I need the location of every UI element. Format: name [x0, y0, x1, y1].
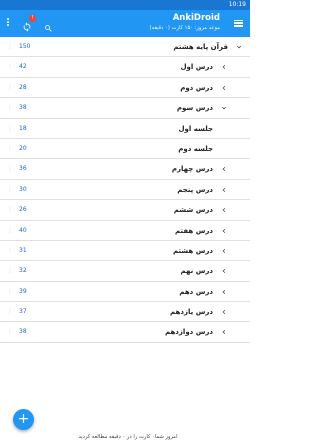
deck-name: قرآن پایه هشتم [173, 43, 228, 51]
deck-name: درس دوم [180, 83, 213, 92]
deck-row[interactable]: ⋮ 36 درس چهارم [0, 159, 250, 180]
deck-row[interactable]: ⋮ 38 درس سوم [0, 98, 250, 119]
deck-due-count: 38 [19, 328, 27, 336]
deck-row[interactable]: ⋮ 38 درس دوازدهم [0, 322, 250, 343]
deck-options-icon[interactable]: ⋮ [7, 221, 13, 241]
app-title: AnkiDroid [172, 13, 220, 23]
deck-name: درس یازدهم [170, 308, 213, 317]
deck-options-icon[interactable]: ⋮ [7, 139, 13, 159]
deck-options-icon[interactable]: ⋮ [7, 119, 13, 139]
deck-row[interactable]: ⋮ 18 جلسه اول [0, 119, 250, 139]
deck-due-count: 20 [19, 144, 27, 152]
overflow-menu-icon[interactable] [5, 17, 11, 30]
deck-options-icon[interactable]: ⋮ [7, 159, 13, 179]
deck-row[interactable]: ⋮ 37 درس یازدهم [0, 302, 250, 323]
deck-due-count: 18 [19, 124, 27, 132]
deck-name: درس سوم [176, 104, 213, 113]
status-time: 10:19 [228, 1, 246, 8]
deck-name: درس دهم [179, 287, 213, 296]
chevron-left-icon[interactable] [220, 308, 228, 316]
deck-options-icon[interactable]: ⋮ [7, 37, 13, 57]
deck-due-count: 37 [19, 308, 27, 316]
deck-row[interactable]: ⋮ 32 درس نهم [0, 261, 250, 282]
deck-options-icon[interactable]: ⋮ [7, 57, 13, 77]
study-summary-text: امروز شما۰ کارت را در ۰ دقیقه مطالعه کرد… [78, 434, 178, 440]
deck-due-count: 26 [19, 206, 27, 214]
deck-due-count: 30 [19, 185, 27, 193]
deck-due-count: 32 [19, 267, 27, 275]
chevron-left-icon[interactable] [220, 63, 228, 71]
deck-options-icon[interactable]: ⋮ [7, 261, 13, 281]
chevron-left-icon[interactable] [220, 227, 228, 235]
app-toolbar: ! AnkiDroid موعد مروز: ۱۵۰ کارت (۰ دقیقه… [0, 10, 250, 37]
deck-row[interactable]: ⋮ 28 درس دوم [0, 78, 250, 99]
due-summary: موعد مروز: ۱۵۰ کارت (۰ دقیقه) [149, 25, 220, 31]
deck-due-count: 28 [19, 83, 27, 91]
deck-name: درس اول [180, 63, 213, 72]
deck-due-count: 42 [19, 63, 27, 71]
chevron-left-icon[interactable] [220, 267, 228, 275]
chevron-left-icon[interactable] [220, 165, 228, 173]
deck-options-icon[interactable]: ⋮ [7, 200, 13, 220]
toolbar-title-block: AnkiDroid موعد مروز: ۱۵۰ کارت (۰ دقیقه) [150, 13, 220, 32]
chevron-left-icon[interactable] [220, 328, 228, 336]
deck-options-icon[interactable]: ⋮ [7, 78, 13, 98]
deck-name: جلسه دوم [178, 144, 213, 153]
deck-name: درس چهارم [171, 165, 213, 174]
deck-options-icon[interactable]: ⋮ [7, 322, 13, 342]
chevron-left-icon[interactable] [220, 84, 228, 92]
deck-row[interactable]: ⋮ 40 درس هفتم [0, 221, 250, 241]
hamburger-menu-icon[interactable] [232, 18, 244, 29]
deck-due-count: 36 [19, 165, 27, 173]
deck-name: درس پنجم [177, 185, 213, 194]
deck-options-icon[interactable]: ⋮ [7, 98, 13, 118]
search-icon[interactable] [44, 18, 55, 32]
deck-due-count: 38 [19, 104, 27, 112]
deck-row[interactable]: ⋮ 31 درس هشتم [0, 241, 250, 262]
deck-list: ⋮ 150 قرآن پایه هشتم ⋮ 42 درس اول ⋮ 28 درس دوم ⋮ 3… [0, 37, 250, 343]
deck-options-icon[interactable]: ⋮ [7, 241, 13, 261]
sync-icon[interactable]: ! [22, 15, 36, 32]
deck-row[interactable]: ⋮ 150 قرآن پایه هشتم [0, 37, 250, 58]
deck-options-icon[interactable]: ⋮ [7, 180, 13, 200]
status-bar: 10:19 [0, 0, 250, 10]
chevron-left-icon[interactable] [220, 288, 228, 296]
deck-name: جلسه اول [178, 124, 213, 133]
sync-badge: ! [29, 15, 36, 22]
deck-name: درس هفتم [175, 226, 213, 235]
deck-options-icon[interactable]: ⋮ [7, 302, 13, 322]
deck-name: درس ششم [173, 206, 213, 215]
deck-row[interactable]: ⋮ 30 درس پنجم [0, 180, 250, 201]
deck-due-count: 31 [19, 246, 27, 254]
deck-row[interactable]: ⋮ 42 درس اول [0, 57, 250, 78]
chevron-left-icon[interactable] [220, 186, 228, 194]
chevron-down-icon[interactable] [235, 43, 243, 51]
chevron-down-icon[interactable] [220, 104, 228, 112]
chevron-left-icon[interactable] [220, 247, 228, 255]
add-fab-button[interactable]: + [13, 409, 34, 430]
deck-row[interactable]: ⋮ 39 درس دهم [0, 282, 250, 303]
deck-due-count: 40 [19, 226, 27, 234]
deck-due-count: 39 [19, 287, 27, 295]
chevron-left-icon[interactable] [220, 206, 228, 214]
deck-row[interactable]: ⋮ 26 درس ششم [0, 200, 250, 221]
deck-name: درس نهم [180, 267, 213, 276]
deck-row[interactable]: ⋮ 20 جلسه دوم [0, 139, 250, 160]
deck-due-count: 150 [19, 43, 31, 50]
deck-name: درس هشتم [172, 246, 213, 255]
deck-name: درس دوازدهم [164, 328, 213, 337]
deck-options-icon[interactable]: ⋮ [7, 282, 13, 302]
